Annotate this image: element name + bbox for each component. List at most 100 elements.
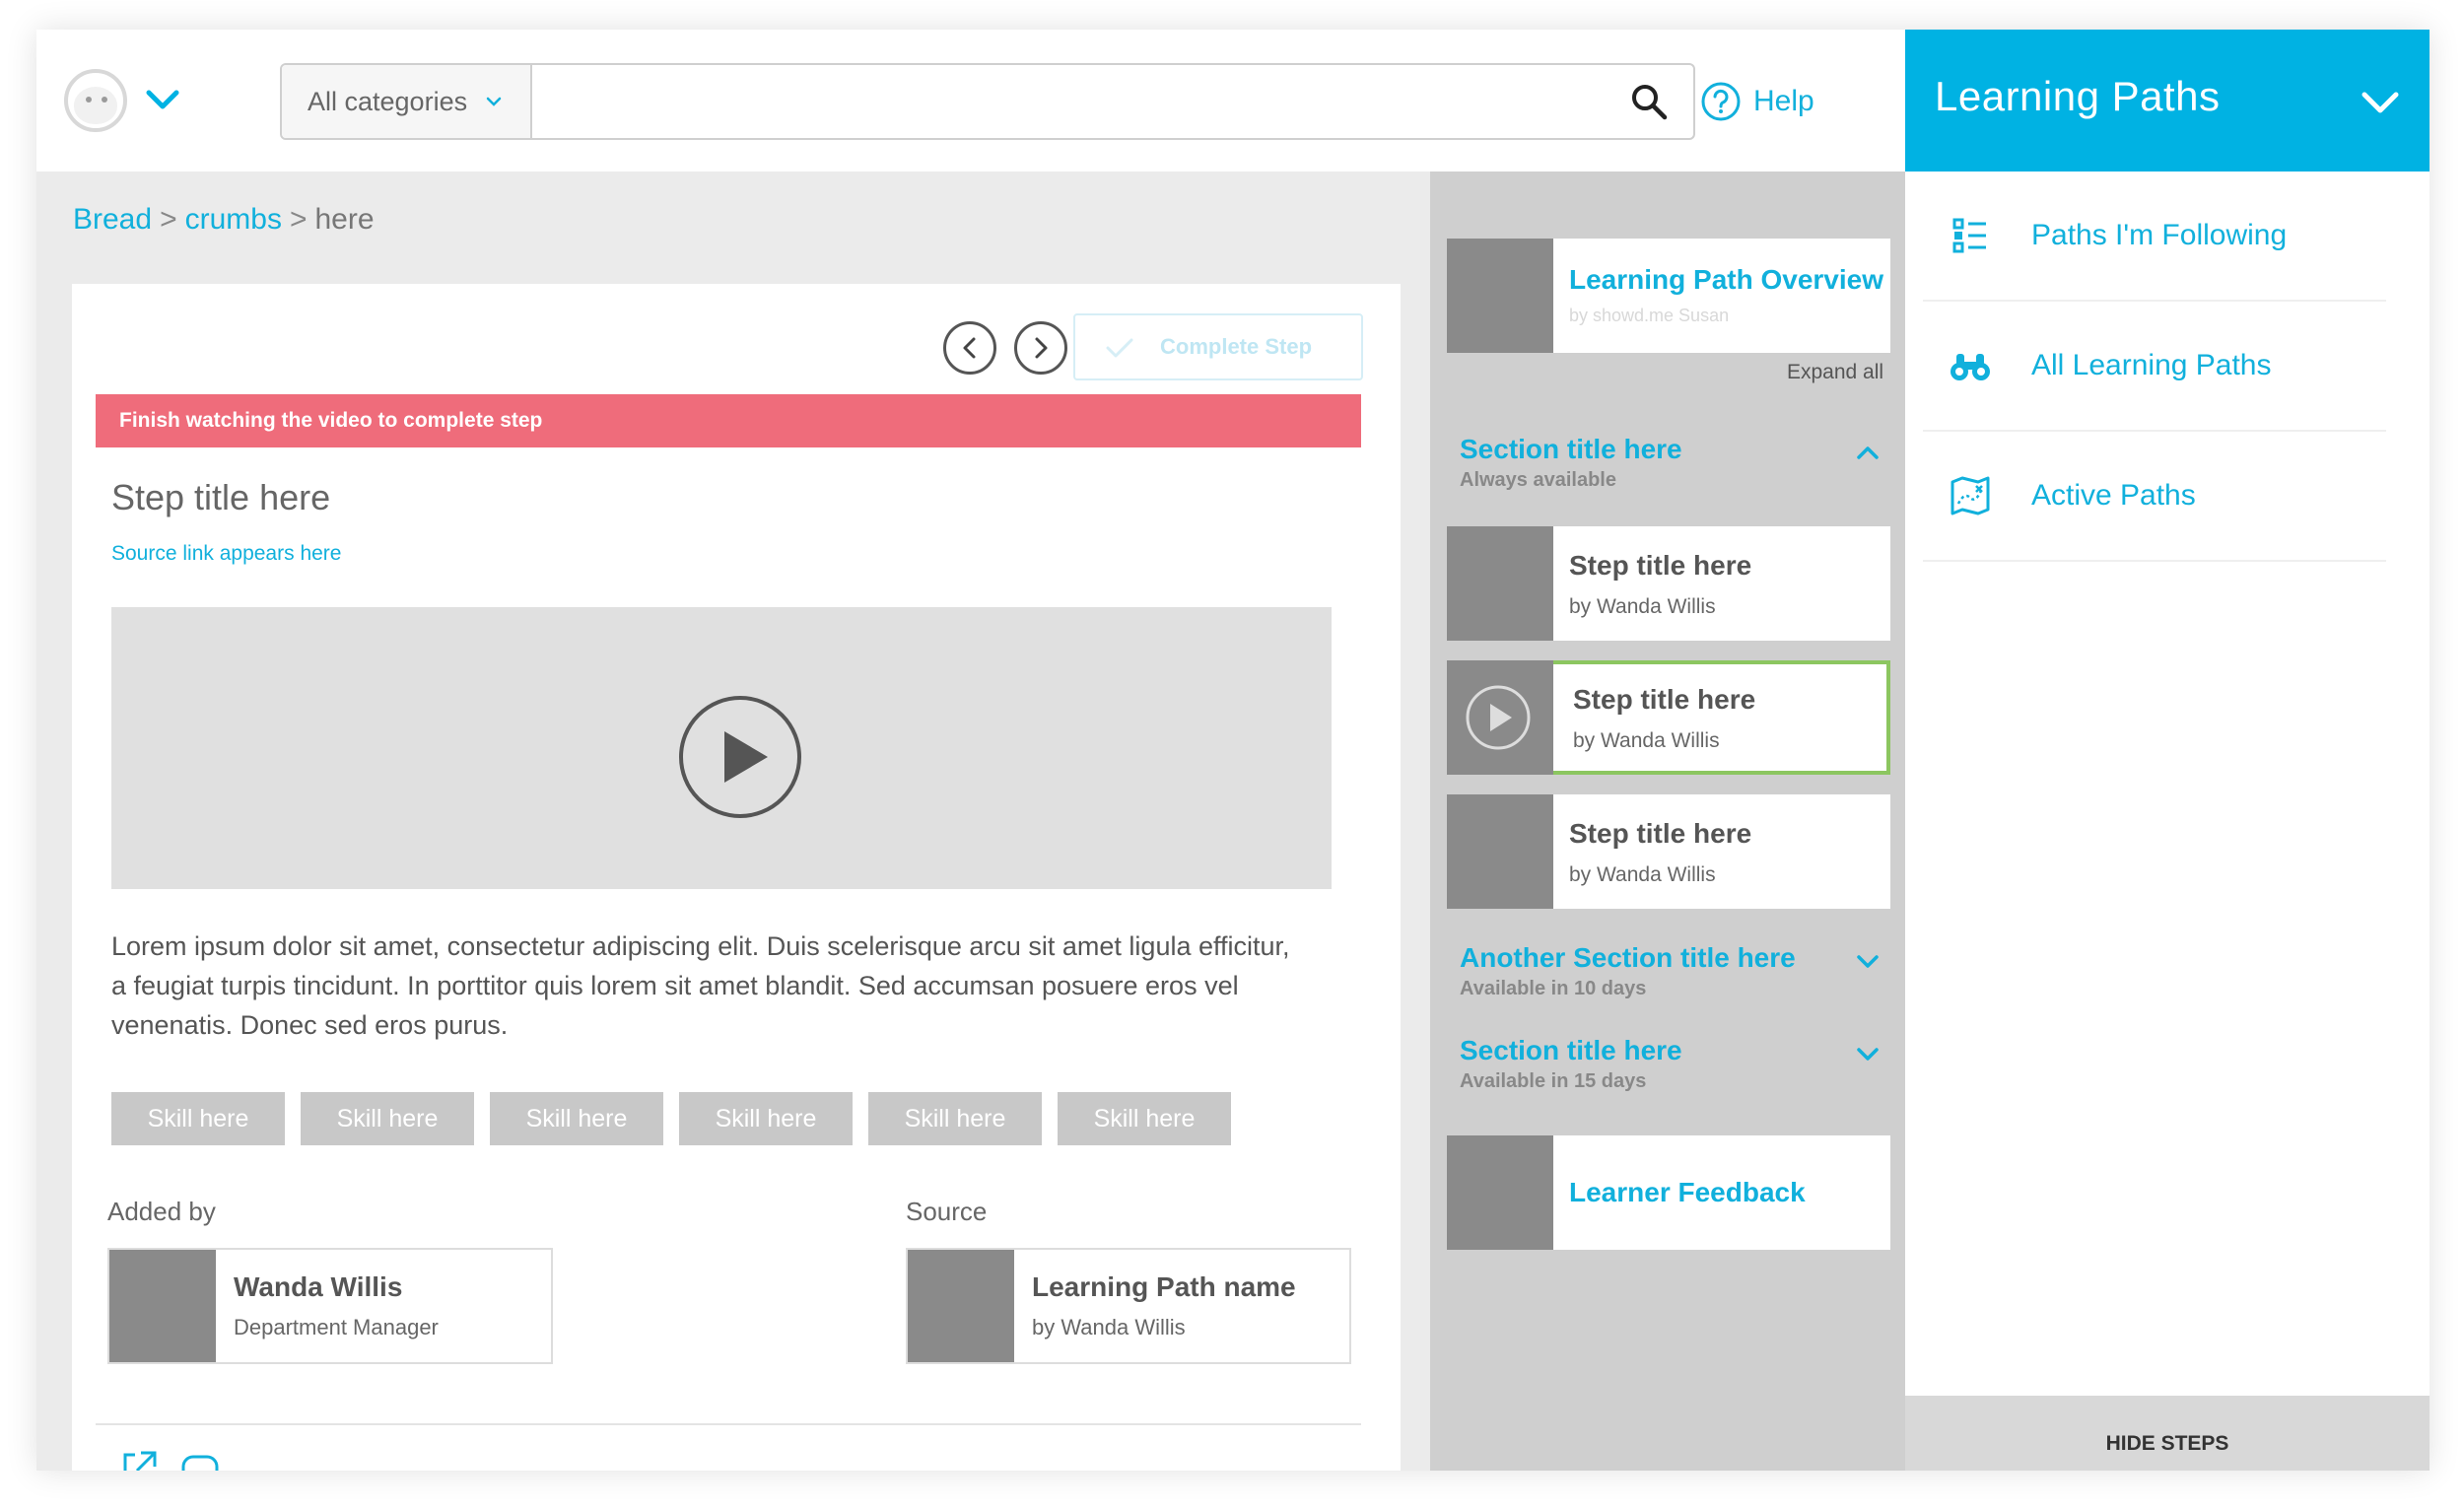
external-link-icon[interactable] bbox=[119, 1449, 159, 1471]
play-icon bbox=[1466, 685, 1531, 750]
chevron-down-icon[interactable] bbox=[1856, 952, 1880, 970]
section-availability: Available in 15 days bbox=[1460, 1070, 1647, 1092]
nav-item-label: All Learning Paths bbox=[2031, 349, 2272, 381]
list-icon bbox=[1952, 218, 1986, 253]
nav-item-paths-following[interactable]: Paths I'm Following bbox=[1923, 172, 2386, 302]
main-content: Bread > crumbs > here Complete Step Finish w… bbox=[36, 172, 1430, 1471]
skill-tag[interactable]: Skill here bbox=[111, 1092, 285, 1145]
overview-title: Learning Path Overview bbox=[1569, 264, 1883, 295]
source-name: Learning Path name bbox=[1032, 1271, 1296, 1302]
added-by-card[interactable]: Wanda Willis Department Manager bbox=[107, 1248, 553, 1364]
skill-tag[interactable]: Skill here bbox=[679, 1092, 853, 1145]
learning-paths-header[interactable]: Learning Paths bbox=[1905, 30, 2430, 172]
skill-list: Skill here Skill here Skill here Skill h… bbox=[111, 1092, 1231, 1145]
chevron-down-icon[interactable] bbox=[145, 87, 180, 114]
section-header[interactable]: Section title here Always available bbox=[1460, 434, 1883, 492]
expand-all-link[interactable]: Expand all bbox=[1787, 361, 1883, 384]
section-header[interactable]: Section title here Available in 15 days bbox=[1460, 1035, 1883, 1093]
search-bar: All categories bbox=[280, 63, 1695, 140]
chevron-left-icon bbox=[963, 337, 976, 359]
nav-item-active-paths[interactable]: Active Paths bbox=[1923, 432, 2386, 562]
skill-tag[interactable]: Skill here bbox=[868, 1092, 1042, 1145]
section-title: Section title here bbox=[1460, 1035, 1682, 1065]
alert-banner: Finish watching the video to complete st… bbox=[96, 394, 1361, 447]
search-input[interactable] bbox=[534, 65, 1599, 138]
chevron-down-icon bbox=[486, 97, 502, 106]
previous-step-button[interactable] bbox=[943, 321, 996, 375]
play-icon[interactable] bbox=[677, 694, 803, 820]
user-thumbnail bbox=[109, 1250, 216, 1362]
complete-step-button[interactable]: Complete Step bbox=[1073, 313, 1363, 380]
avatar[interactable] bbox=[64, 69, 127, 132]
breadcrumb-item[interactable]: Bread bbox=[73, 203, 152, 236]
complete-step-label: Complete Step bbox=[1160, 334, 1313, 359]
chevron-up-icon[interactable] bbox=[1856, 444, 1880, 461]
step-description: Lorem ipsum dolor sit amet, consectetur … bbox=[111, 931, 1290, 1040]
app-frame: All categories Help Learning Paths Bread… bbox=[36, 30, 2430, 1471]
overview-card[interactable]: Learning Path Overview by showd.me Susan bbox=[1447, 239, 1890, 353]
chevron-right-icon bbox=[1035, 337, 1048, 359]
step-thumbnail bbox=[1447, 660, 1553, 775]
top-bar: All categories Help bbox=[36, 30, 1905, 172]
binoculars-icon bbox=[1951, 354, 1990, 380]
breadcrumb: Bread > crumbs > here bbox=[73, 203, 375, 237]
step-list-item-active[interactable]: Step title here by Wanda Willis bbox=[1447, 660, 1890, 775]
avatar-eye-icon bbox=[86, 97, 92, 103]
source-author: by Wanda Willis bbox=[1032, 1315, 1186, 1339]
added-by-name: Wanda Willis bbox=[234, 1271, 403, 1302]
step-list-title: Step title here bbox=[1573, 684, 1756, 715]
video-player[interactable] bbox=[111, 607, 1332, 889]
help-icon bbox=[1701, 82, 1741, 121]
section-availability: Available in 10 days bbox=[1460, 978, 1647, 999]
step-thumbnail bbox=[1447, 526, 1553, 641]
learner-feedback-card[interactable]: Learner Feedback bbox=[1447, 1135, 1890, 1250]
nav-item-label: Active Paths bbox=[2031, 479, 2196, 512]
checkmark-icon bbox=[1106, 338, 1133, 358]
source-label: Source bbox=[906, 1197, 988, 1226]
category-select-value: All categories bbox=[308, 87, 468, 116]
step-list-author: by Wanda Willis bbox=[1569, 863, 1716, 886]
step-thumbnail bbox=[1447, 794, 1553, 909]
step-list-item[interactable]: Step title here by Wanda Willis bbox=[1447, 794, 1890, 909]
step-list-title: Step title here bbox=[1569, 818, 1752, 849]
overview-thumbnail bbox=[1447, 239, 1553, 353]
nav-item-all-paths[interactable]: All Learning Paths bbox=[1923, 302, 2386, 432]
step-list-title: Step title here bbox=[1569, 550, 1752, 581]
divider bbox=[96, 1423, 1361, 1425]
added-by-role: Department Manager bbox=[234, 1315, 439, 1339]
learning-paths-nav: Paths I'm Following All Learning Paths A… bbox=[1905, 172, 2430, 1471]
source-card[interactable]: Learning Path name by Wanda Willis bbox=[906, 1248, 1351, 1364]
learning-paths-title: Learning Paths bbox=[1935, 73, 2221, 119]
overview-author: by showd.me Susan bbox=[1569, 306, 1730, 325]
map-icon bbox=[1951, 476, 1990, 515]
help-label: Help bbox=[1753, 85, 1814, 117]
skill-tag[interactable]: Skill here bbox=[301, 1092, 474, 1145]
search-icon[interactable] bbox=[1630, 83, 1668, 120]
breadcrumb-current: here bbox=[314, 203, 375, 236]
next-step-button[interactable] bbox=[1014, 321, 1067, 375]
breadcrumb-separator: > bbox=[160, 203, 177, 236]
breadcrumb-separator: > bbox=[289, 203, 308, 236]
hide-steps-button[interactable]: HIDE STEPS bbox=[1905, 1396, 2430, 1471]
path-thumbnail bbox=[908, 1250, 1014, 1362]
step-card: Complete Step Finish watching the video … bbox=[72, 284, 1401, 1471]
section-title: Section title here bbox=[1460, 434, 1682, 464]
chevron-down-icon[interactable] bbox=[2359, 87, 2402, 118]
help-link[interactable]: Help bbox=[1700, 77, 1814, 126]
steps-panel: Learning Path Overview by showd.me Susan… bbox=[1430, 172, 1905, 1471]
step-title: Step title here bbox=[111, 477, 331, 517]
comment-icon[interactable] bbox=[180, 1449, 220, 1471]
chevron-down-icon[interactable] bbox=[1856, 1045, 1880, 1063]
skill-tag[interactable]: Skill here bbox=[490, 1092, 663, 1145]
category-select[interactable]: All categories bbox=[282, 65, 532, 138]
added-by-label: Added by bbox=[107, 1197, 216, 1226]
avatar-eye-icon bbox=[102, 97, 107, 103]
skill-tag[interactable]: Skill here bbox=[1058, 1092, 1231, 1145]
step-list-author: by Wanda Willis bbox=[1569, 595, 1716, 618]
step-list-author: by Wanda Willis bbox=[1573, 729, 1720, 752]
breadcrumb-item[interactable]: crumbs bbox=[185, 203, 282, 236]
step-list-item[interactable]: Step title here by Wanda Willis bbox=[1447, 526, 1890, 641]
source-link[interactable]: Source link appears here bbox=[111, 542, 341, 566]
section-header[interactable]: Another Section title here Available in … bbox=[1460, 942, 1883, 1000]
avatar-face-icon bbox=[74, 87, 117, 124]
